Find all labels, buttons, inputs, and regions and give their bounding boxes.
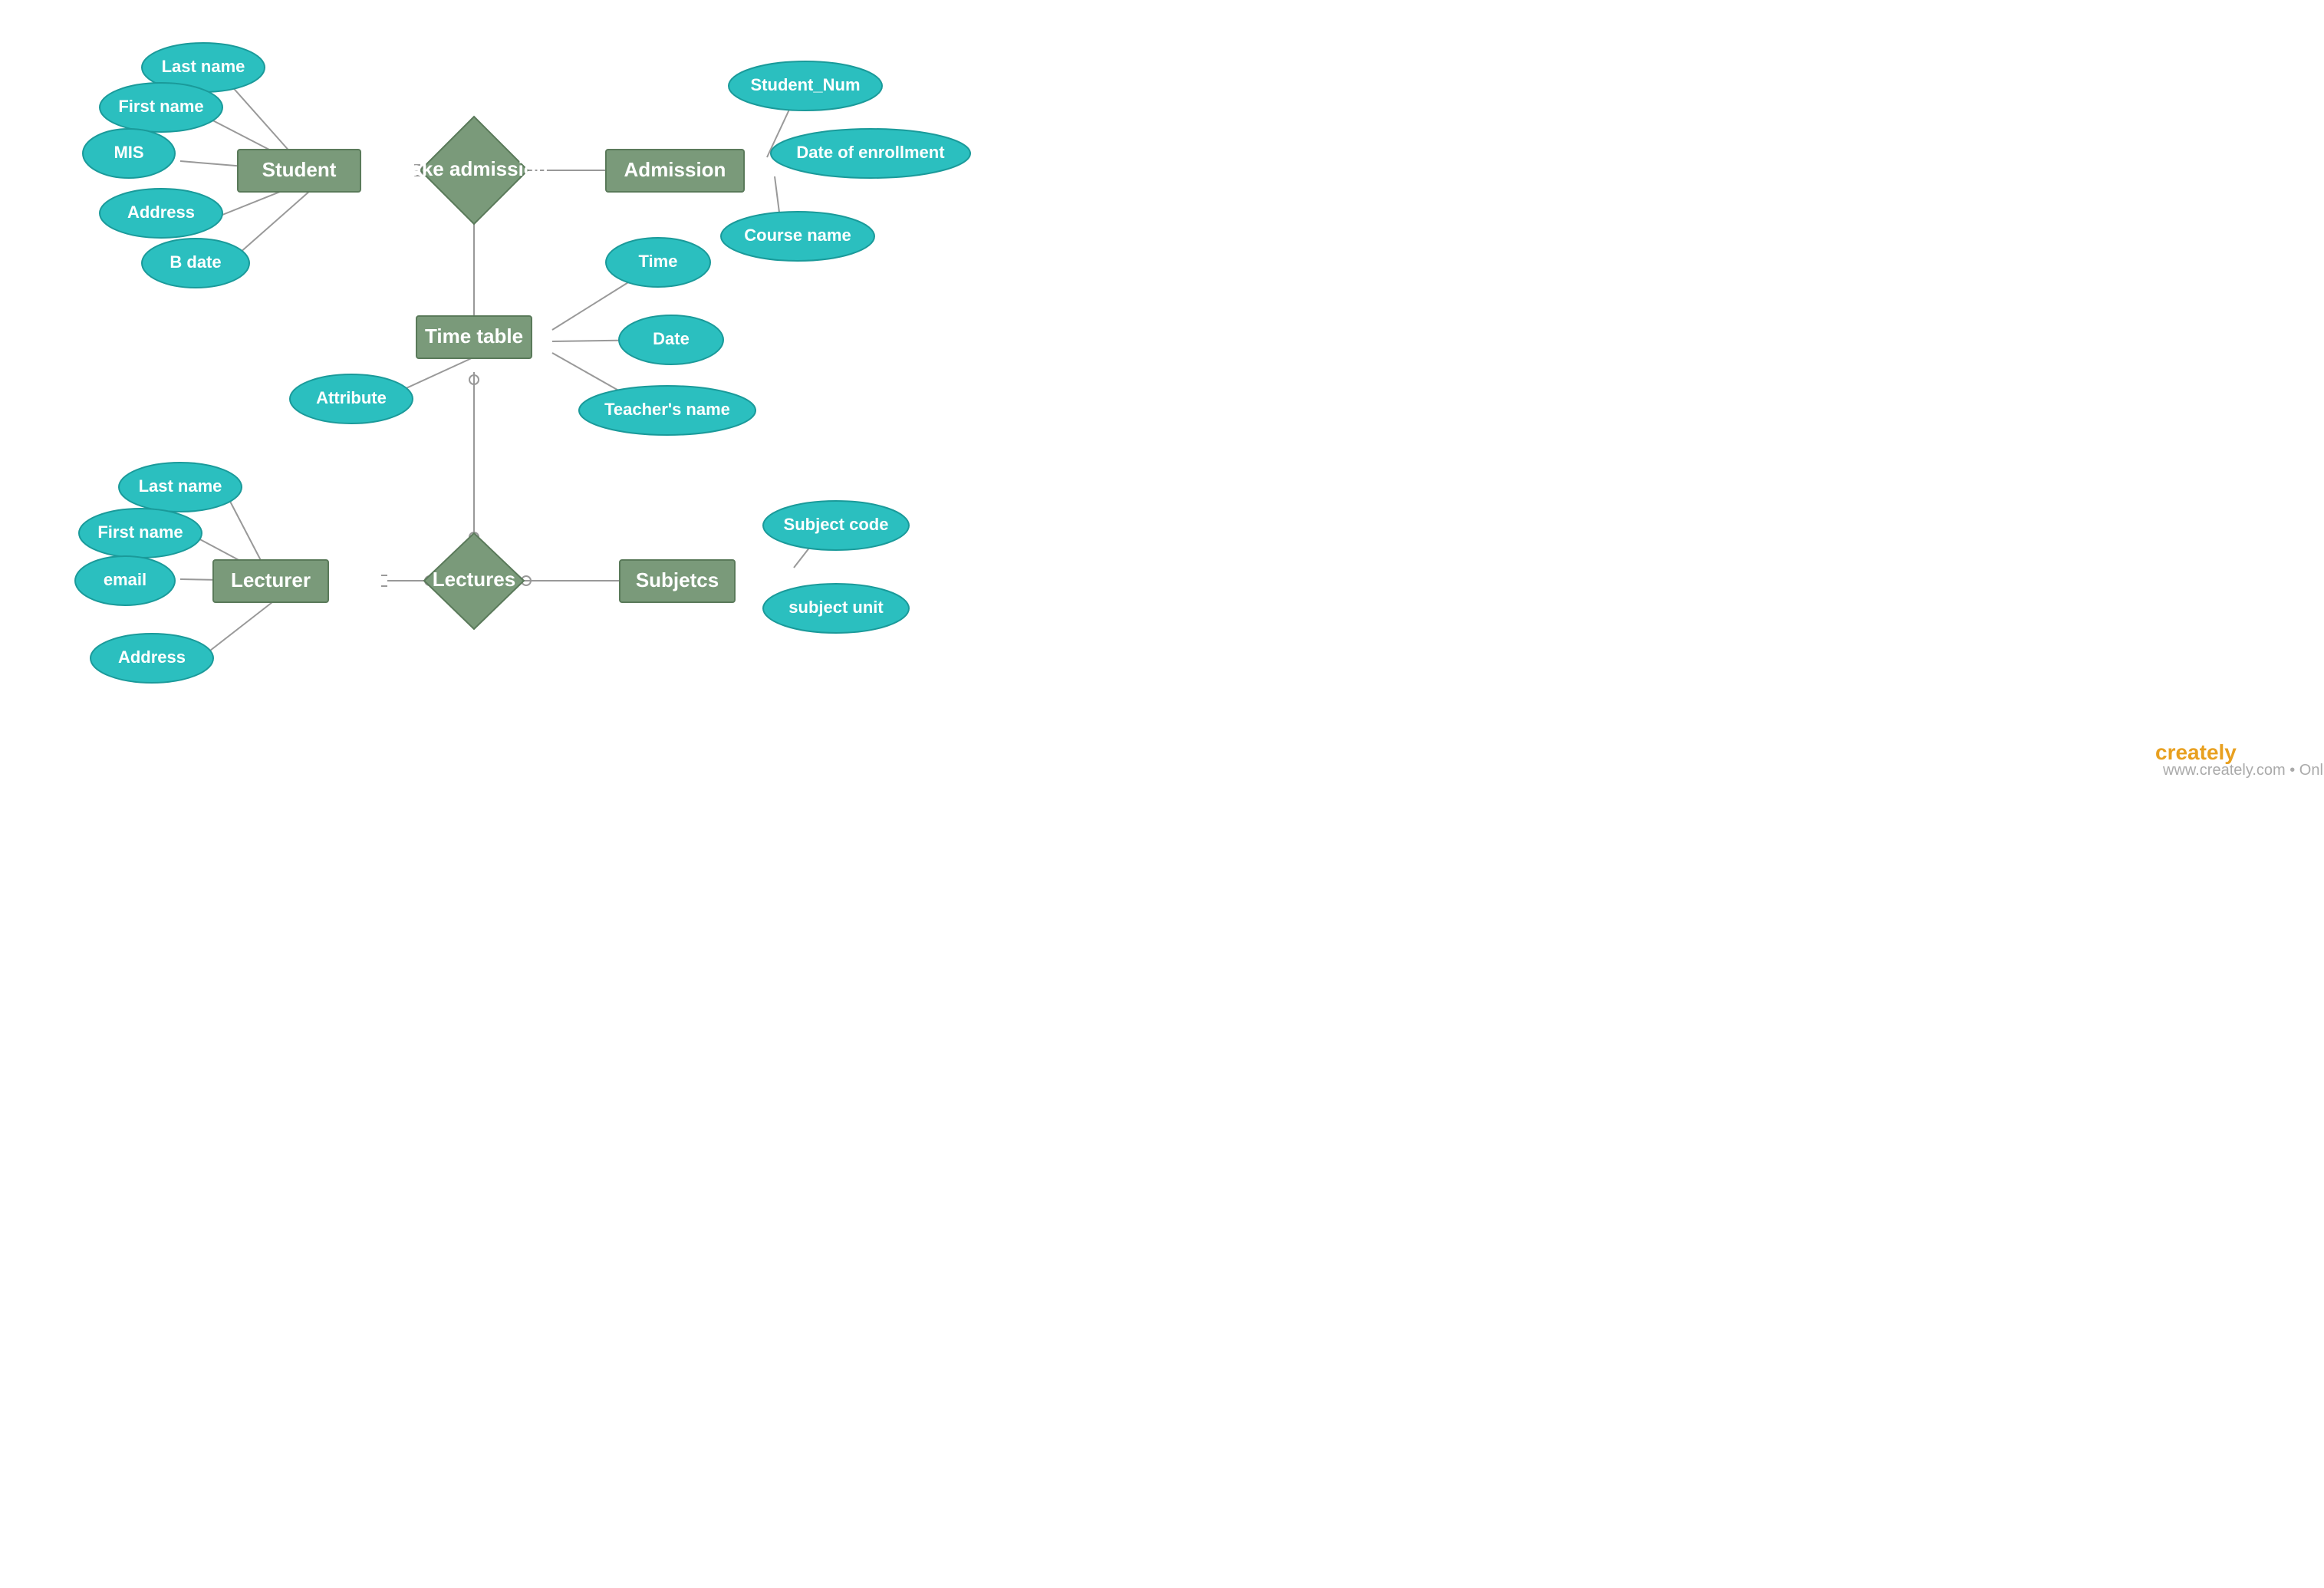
attr-teacher-name-label: Teacher's name — [604, 400, 730, 419]
attr-address-lecturer-label: Address — [118, 647, 186, 667]
entity-admission-label: Admission — [624, 158, 726, 181]
diamond-take-admission-label: Take admission — [400, 157, 548, 180]
attr-student-num-label: Student_Num — [751, 75, 861, 94]
attr-date-enrollment-label: Date of enrollment — [796, 143, 945, 162]
attr-bdate-label: B date — [170, 252, 221, 272]
attr-last-name-student-label: Last name — [162, 57, 245, 76]
attr-address-student-label: Address — [127, 203, 195, 222]
entity-student-label: Student — [262, 158, 337, 181]
brand-logo: creately — [2155, 740, 2237, 764]
attr-last-name-lecturer-label: Last name — [139, 476, 222, 496]
entity-timetable-label: Time table — [425, 325, 523, 348]
entity-lecturer-label: Lecturer — [231, 568, 311, 591]
attr-first-name-student-label: First name — [118, 97, 203, 116]
attr-date-label: Date — [653, 329, 690, 348]
attr-time-label: Time — [639, 252, 678, 271]
er-diagram: Student Admission Time table Lecturer Su… — [0, 0, 2324, 1588]
entity-subjects-label: Subjetcs — [636, 568, 719, 591]
attr-email-label: email — [104, 570, 146, 589]
attr-mis-label: MIS — [114, 143, 143, 162]
watermark: www.creately.com • Online Diagramming — [2162, 762, 2324, 779]
attr-course-name-label: Course name — [744, 226, 851, 245]
diamond-lectures-label: Lectures — [433, 568, 515, 591]
attr-first-name-lecturer-label: First name — [97, 522, 183, 542]
attr-subject-unit-label: subject unit — [788, 598, 884, 617]
attr-attribute-label: Attribute — [316, 388, 387, 407]
attr-subject-code-label: Subject code — [784, 515, 889, 534]
